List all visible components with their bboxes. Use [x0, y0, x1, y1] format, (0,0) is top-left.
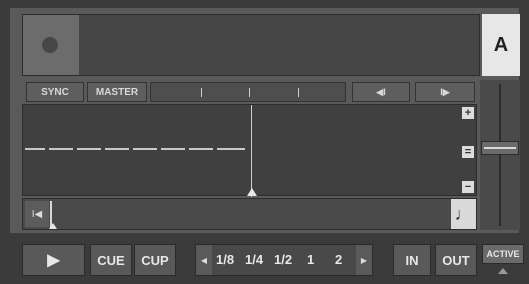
loop-size-next-button[interactable]: ▶ — [356, 245, 372, 275]
loop-active-arrow-icon — [498, 268, 508, 274]
prev-icon: ◀Ι — [376, 86, 386, 97]
beatgrid-dash — [217, 148, 245, 150]
track-overview[interactable] — [22, 198, 477, 230]
loop-size-option[interactable]: 1/4 — [245, 252, 263, 267]
beat-jump-back-button[interactable]: ◀Ι — [352, 82, 410, 102]
loop-size-option[interactable]: 1/2 — [274, 252, 292, 267]
beat-tick — [201, 88, 202, 97]
track-info-header — [22, 14, 480, 76]
loop-size-option[interactable]: 1/8 — [216, 252, 234, 267]
loop-size-option[interactable]: 2 — [335, 252, 342, 267]
tempo-fader-line — [499, 84, 501, 226]
note-button[interactable]: ♩ — [451, 199, 476, 229]
cue-button[interactable]: CUE — [90, 244, 132, 276]
zoom-in-button[interactable]: + — [462, 107, 474, 119]
album-art — [23, 15, 79, 75]
playhead — [251, 105, 252, 197]
beatgrid-dash — [25, 148, 45, 150]
rewind-button[interactable]: Ι◀ — [25, 201, 49, 227]
master-button[interactable]: MASTER — [87, 82, 147, 102]
loop-active-button[interactable]: ACTIVE — [482, 244, 524, 264]
play-button[interactable]: ▶ — [22, 244, 85, 276]
play-icon: ▶ — [47, 252, 60, 269]
tempo-fader-handle-line — [484, 147, 516, 149]
next-icon: Ι▶ — [440, 86, 450, 97]
beatgrid-dash — [77, 148, 101, 150]
loop-size-selector: ◀ 1/8 1/4 1/2 1 2 ▶ — [195, 244, 373, 276]
sync-button[interactable]: SYNC — [26, 82, 84, 102]
beat-tick — [249, 88, 250, 97]
beatgrid-dash — [133, 148, 157, 150]
rewind-icon: Ι◀ — [31, 208, 43, 220]
beatgrid-dash — [49, 148, 73, 150]
note-icon: ♩ — [454, 203, 473, 224]
loop-size-prev-button[interactable]: ◀ — [196, 245, 212, 275]
beatgrid-dash — [161, 148, 185, 150]
loop-size-next-icon: ▶ — [360, 255, 368, 265]
tempo-fader-handle[interactable] — [481, 141, 519, 155]
beatgrid-dash — [189, 148, 213, 150]
deck-letter[interactable]: A — [482, 14, 520, 76]
overview-cue-marker — [49, 223, 57, 229]
loop-out-button[interactable]: OUT — [435, 244, 477, 276]
album-art-placeholder-icon — [42, 37, 58, 53]
beat-tick — [298, 88, 299, 97]
playhead-marker — [247, 188, 257, 196]
beat-phase-bar — [150, 82, 346, 102]
loop-size-option[interactable]: 1 — [307, 252, 314, 267]
loop-size-prev-icon: ◀ — [200, 255, 208, 265]
beat-jump-forward-button[interactable]: Ι▶ — [415, 82, 475, 102]
zoom-reset-button[interactable]: = — [462, 146, 474, 158]
loop-in-button[interactable]: IN — [393, 244, 431, 276]
cup-button[interactable]: CUP — [134, 244, 176, 276]
zoom-out-button[interactable]: − — [462, 181, 474, 193]
waveform-display[interactable] — [22, 104, 477, 197]
beatgrid-dash — [105, 148, 129, 150]
